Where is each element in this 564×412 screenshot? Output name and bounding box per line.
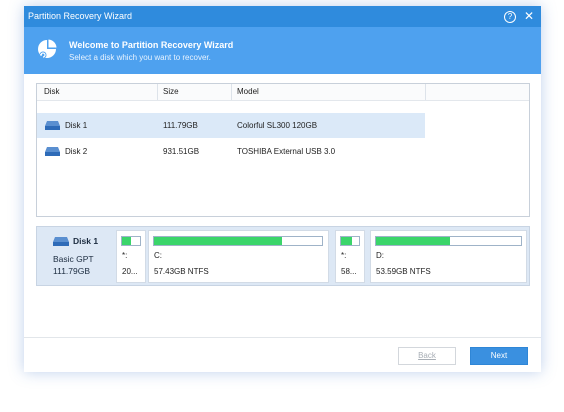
close-icon: ✕	[523, 9, 535, 23]
partition-size: 57.43GB NTFS	[154, 267, 209, 276]
wizard-title: Welcome to Partition Recovery Wizard	[69, 40, 234, 50]
disk-name: Disk 1	[65, 121, 88, 130]
disk-model: TOSHIBA External USB 3.0	[237, 147, 336, 156]
partition-size: 58...	[341, 267, 357, 276]
table-row[interactable]: Disk 2 931.51GB TOSHIBA External USB 3.0	[37, 139, 425, 164]
column-header-model[interactable]: Model	[237, 84, 259, 100]
partition-size: 20...	[122, 267, 138, 276]
partition-usage-fill	[341, 237, 352, 245]
wizard-header: Welcome to Partition Recovery Wizard Sel…	[24, 27, 541, 74]
footer-divider	[24, 337, 541, 338]
column-divider	[157, 84, 158, 100]
column-header-size[interactable]: Size	[163, 84, 179, 100]
column-divider	[425, 84, 426, 100]
help-button[interactable]: ?	[503, 9, 517, 23]
partition-usage-bar	[153, 236, 323, 246]
title-bar: Partition Recovery Wizard ? ✕	[24, 6, 541, 27]
disk-size: 111.79GB	[163, 121, 198, 130]
partition-usage-fill	[376, 237, 450, 245]
disk-model: Colorful SL300 120GB	[237, 121, 318, 130]
disk-map-info[interactable]: Disk 1 Basic GPT 111.79GB	[37, 227, 113, 285]
window-title: Partition Recovery Wizard	[28, 11, 133, 21]
back-button[interactable]: Back	[398, 347, 456, 365]
disk-map: Disk 1 Basic GPT 111.79GB *: 20... C: 57…	[36, 226, 530, 286]
wizard-subtitle: Select a disk which you want to recover.	[69, 53, 211, 62]
partition-block[interactable]: D: 53.59GB NTFS	[370, 230, 527, 283]
help-icon: ?	[504, 11, 516, 23]
partition-recovery-icon	[38, 39, 57, 59]
partition-label: D:	[376, 251, 384, 260]
partition-usage-fill	[122, 237, 131, 245]
partition-usage-fill	[154, 237, 282, 245]
partition-recovery-window: Partition Recovery Wizard ? ✕ Welcome to…	[24, 6, 541, 372]
close-button[interactable]: ✕	[522, 9, 536, 23]
table-header	[37, 84, 529, 101]
column-divider	[231, 84, 232, 100]
partition-usage-bar	[340, 236, 360, 246]
disk-icon	[45, 147, 60, 156]
disk-icon	[53, 237, 69, 246]
partition-label: C:	[154, 251, 162, 260]
disk-map-type: Basic GPT	[53, 254, 94, 264]
disk-map-size: 111.79GB	[53, 266, 91, 276]
disk-table: Disk Size Model Disk 1 111.79GB Colorful…	[36, 83, 530, 217]
partition-block[interactable]: *: 20...	[116, 230, 146, 283]
partition-size: 53.59GB NTFS	[376, 267, 431, 276]
partition-usage-bar	[121, 236, 141, 246]
partition-block[interactable]: *: 58...	[335, 230, 365, 283]
disk-map-name: Disk 1	[73, 236, 99, 246]
partition-label: *:	[122, 251, 128, 260]
next-button[interactable]: Next	[470, 347, 528, 365]
table-row[interactable]: Disk 1 111.79GB Colorful SL300 120GB	[37, 113, 425, 138]
disk-icon	[45, 121, 60, 130]
partition-label: *:	[341, 251, 347, 260]
disk-name: Disk 2	[65, 147, 88, 156]
partition-usage-bar	[375, 236, 522, 246]
column-header-disk[interactable]: Disk	[44, 84, 60, 100]
partition-block[interactable]: C: 57.43GB NTFS	[148, 230, 329, 283]
disk-size: 931.51GB	[163, 147, 200, 156]
